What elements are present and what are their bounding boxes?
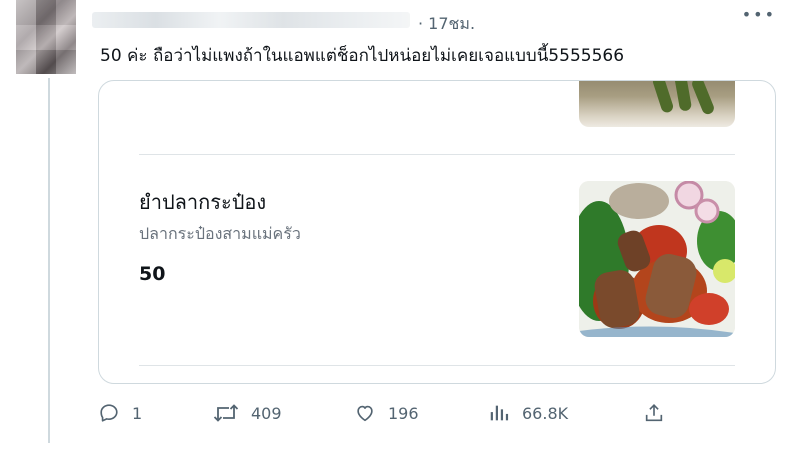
menu-item-title: ยำปลากระป๋อง bbox=[139, 190, 267, 214]
share-icon bbox=[643, 402, 665, 424]
menu-item-price: 50 bbox=[139, 263, 166, 285]
views-count: 66.8K bbox=[522, 403, 569, 423]
views-icon bbox=[488, 402, 510, 424]
author-name-blurred[interactable] bbox=[92, 12, 410, 28]
repost-icon bbox=[213, 402, 239, 424]
views-button[interactable]: 66.8K bbox=[488, 398, 568, 428]
food-photo bbox=[579, 181, 735, 337]
heart-icon bbox=[354, 402, 376, 424]
card-divider-top bbox=[139, 154, 735, 155]
like-button[interactable]: 196 bbox=[354, 398, 419, 428]
repost-count: 409 bbox=[251, 403, 282, 423]
more-icon[interactable]: ••• bbox=[742, 7, 776, 23]
avatar[interactable] bbox=[16, 0, 76, 74]
repost-button[interactable]: 409 bbox=[213, 398, 282, 428]
card-divider-bottom bbox=[139, 365, 735, 366]
post-header: · 17ชม. bbox=[92, 6, 712, 34]
menu-item-description: ปลากระป๋องสามแม่ครัว bbox=[139, 224, 301, 243]
reply-button[interactable]: 1 bbox=[98, 398, 142, 428]
menu-card-image[interactable]: ยำปลากระป๋อง ปลากระป๋องสามแม่ครัว 50 bbox=[98, 80, 776, 384]
post-time[interactable]: · 17ชม. bbox=[418, 12, 475, 37]
share-button[interactable] bbox=[643, 398, 665, 428]
like-count: 196 bbox=[388, 403, 419, 423]
reply-count: 1 bbox=[132, 403, 143, 423]
reply-icon bbox=[98, 402, 120, 424]
thread-line bbox=[48, 78, 50, 443]
post-text: 50 ค่ะ ถือว่าไม่แพงถ้าในแอพแต่ช็อกไปหน่อ… bbox=[100, 46, 625, 66]
action-bar: 1 409 196 66.8K bbox=[98, 398, 678, 428]
previous-item-thumbnail bbox=[579, 81, 735, 127]
